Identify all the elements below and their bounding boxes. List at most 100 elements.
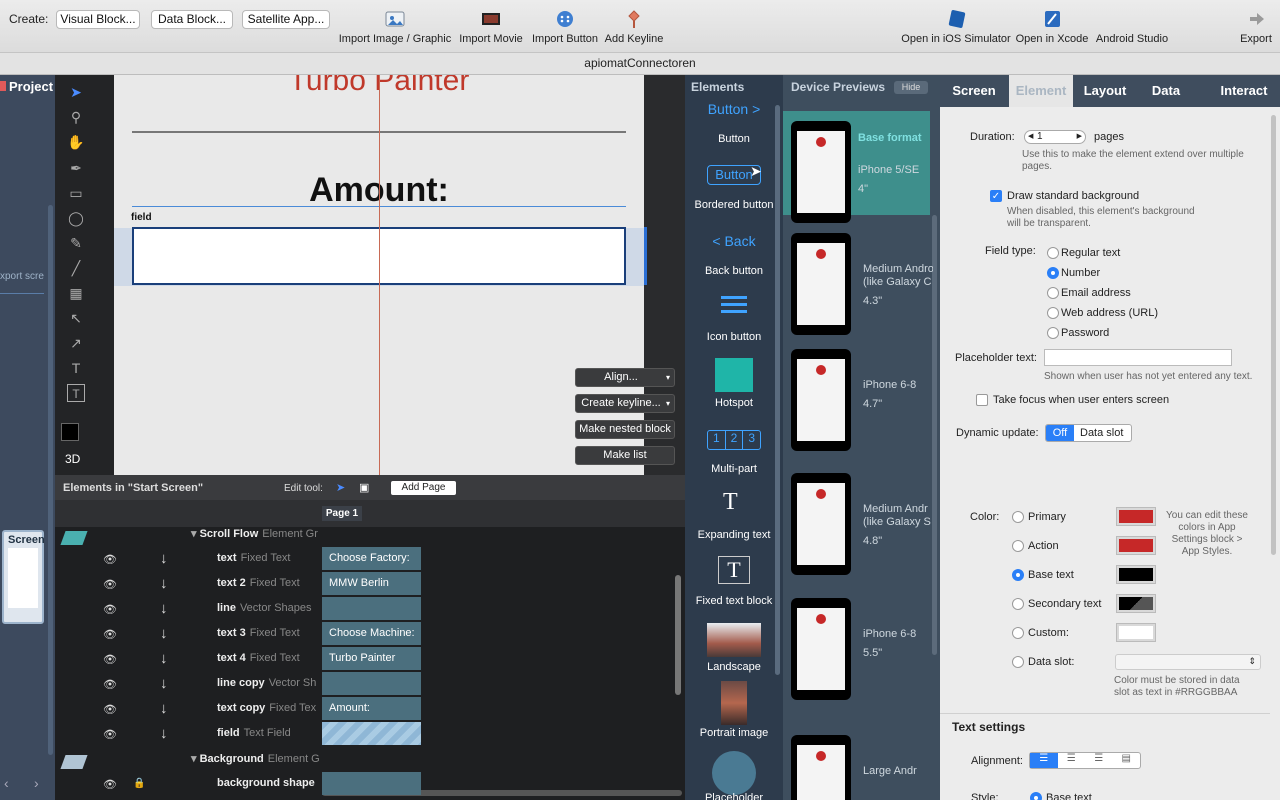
field-type-password-radio[interactable]	[1047, 327, 1059, 339]
device-preview-frame[interactable]	[791, 598, 851, 700]
take-focus-checkbox[interactable]	[976, 394, 988, 406]
action-color-swatch[interactable]	[1116, 536, 1156, 555]
align-left-icon[interactable]: ☰	[1030, 753, 1058, 768]
device-preview-frame[interactable]	[791, 473, 851, 575]
palette-item-hotspot[interactable]: Hotspot	[685, 397, 783, 409]
element-row[interactable]: 👁 ↓ text 3 Fixed Text Choose Machine:	[55, 622, 685, 647]
direct-select-icon[interactable]: ↖	[67, 309, 85, 327]
visibility-eye-icon[interactable]: 👁	[103, 553, 117, 566]
palette-item-landscape[interactable]: Landscape	[685, 661, 783, 673]
element-row[interactable]: 👁 ↓ text Fixed Text Choose Factory:	[55, 547, 685, 572]
align-right-icon[interactable]: ☰	[1085, 753, 1113, 768]
palette-item-bordered-button[interactable]: Bordered button	[685, 199, 783, 211]
page-cell[interactable]: MMW Berlin	[322, 572, 421, 595]
open-xcode-button[interactable]: Open in Xcode	[1014, 10, 1090, 45]
palette-item-portrait-image[interactable]: Portrait image	[685, 727, 783, 739]
rectangle-icon[interactable]: ▭	[67, 184, 85, 202]
secondary-text-color-swatch[interactable]	[1116, 594, 1156, 613]
page-cell[interactable]	[322, 597, 421, 620]
base-text-color-swatch[interactable]	[1116, 565, 1156, 584]
android-studio-button[interactable]: Android Studio	[1093, 10, 1171, 45]
color-custom-radio[interactable]	[1012, 627, 1024, 639]
tab-interact[interactable]: Interact	[1210, 75, 1278, 107]
screen-thumbnail[interactable]: Screen	[2, 530, 45, 624]
page-cell[interactable]: Choose Factory:	[322, 547, 421, 570]
element-row[interactable]: 👁 🔒 background shape	[55, 772, 685, 797]
gradient-icon[interactable]: ▦	[67, 284, 85, 302]
fill-color-swatch[interactable]	[61, 423, 79, 441]
scroll-behavior-arrow-icon[interactable]: ↓	[160, 550, 168, 567]
line-icon[interactable]: ╱	[67, 259, 85, 277]
visibility-eye-icon[interactable]: 👁	[103, 778, 117, 791]
select-arrow-icon[interactable]: ➤	[67, 83, 85, 101]
scroll-behavior-arrow-icon[interactable]: ↓	[160, 575, 168, 592]
device-preview-frame[interactable]	[791, 121, 851, 223]
draw-background-checkbox[interactable]: ✓	[990, 190, 1002, 202]
custom-color-swatch[interactable]	[1116, 623, 1156, 642]
primary-color-swatch[interactable]	[1116, 507, 1156, 526]
page-cell[interactable]: Turbo Painter	[322, 647, 421, 670]
visibility-eye-icon[interactable]: 👁	[103, 703, 117, 716]
scroll-behavior-arrow-icon[interactable]: ↓	[160, 625, 168, 642]
data-block-button[interactable]: Data Block...	[151, 10, 233, 29]
visual-block-button[interactable]: Visual Block...	[56, 10, 140, 29]
field-type-regular-radio[interactable]	[1047, 247, 1059, 259]
create-keyline-button[interactable]: Create keyline... ▾	[575, 394, 675, 413]
pen-icon[interactable]: ✒	[67, 159, 85, 177]
visibility-eye-icon[interactable]: 👁	[103, 653, 117, 666]
scroll-right-icon[interactable]: ›	[34, 775, 39, 791]
color-base-text-radio[interactable]	[1012, 569, 1024, 581]
color-secondary-text-radio[interactable]	[1012, 598, 1024, 610]
tab-layout[interactable]: Layout	[1075, 75, 1135, 107]
palette-scrollbar[interactable]	[775, 105, 780, 675]
dynamic-off-segment[interactable]: Off	[1046, 425, 1074, 441]
page-cell[interactable]: Amount:	[322, 697, 421, 720]
inspector-scrollbar[interactable]	[1271, 115, 1276, 555]
placeholder-text-input[interactable]	[1044, 349, 1232, 366]
page-cell[interactable]	[322, 772, 421, 795]
align-button[interactable]: Align... ▾	[575, 368, 675, 387]
palette-item-expanding-text[interactable]: Expanding text	[685, 529, 783, 541]
node-select-icon[interactable]: ↗	[67, 334, 85, 352]
export-button[interactable]: Export	[1236, 10, 1276, 45]
disclosure-triangle-icon[interactable]: ▾	[191, 528, 200, 540]
palette-item-icon-button[interactable]: Icon button	[685, 331, 783, 343]
element-row[interactable]: ▾ Background Element G	[55, 747, 685, 772]
color-data-slot-radio[interactable]	[1012, 656, 1024, 668]
visibility-eye-icon[interactable]: 👁	[103, 678, 117, 691]
element-row[interactable]: 👁 ↓ line copy Vector Sh	[55, 672, 685, 697]
palette-item-multi-part[interactable]: Multi-part	[685, 463, 783, 475]
element-row[interactable]: 👁 ↓ text copy Fixed Tex Amount:	[55, 697, 685, 722]
scroll-behavior-arrow-icon[interactable]: ↓	[160, 675, 168, 692]
page-1-tab[interactable]: Page 1	[322, 506, 362, 521]
palette-item-back-button[interactable]: Back button	[685, 265, 783, 277]
add-keyline-button[interactable]: Add Keyline	[602, 10, 666, 45]
make-nested-block-button[interactable]: Make nested block	[575, 420, 675, 439]
tab-data[interactable]: Data	[1135, 75, 1197, 107]
palette-item-button[interactable]: Button	[685, 133, 783, 145]
edit-image-icon[interactable]: ▣	[359, 481, 369, 494]
satellite-app-button[interactable]: Satellite App...	[242, 10, 330, 29]
element-row[interactable]: 👁 ↓ field Text Field	[55, 722, 685, 747]
visibility-eye-icon[interactable]: 👁	[103, 603, 117, 616]
element-row[interactable]: ▾ Scroll Flow Element Gr	[55, 522, 685, 547]
color-primary-radio[interactable]	[1012, 511, 1024, 523]
scroll-behavior-arrow-icon[interactable]: ↓	[160, 700, 168, 717]
text-box-icon[interactable]: T	[67, 384, 85, 402]
import-button-button[interactable]: Import Button	[529, 10, 601, 45]
device-preview-frame[interactable]	[791, 735, 851, 800]
scroll-behavior-arrow-icon[interactable]: ↓	[160, 725, 168, 742]
increment-icon[interactable]: ▶	[1077, 131, 1082, 143]
brush-icon[interactable]: ✎	[67, 234, 85, 252]
device-preview-frame[interactable]	[791, 349, 851, 451]
text-icon[interactable]: T	[67, 359, 85, 377]
palette-item-placeholder[interactable]: Placeholder	[685, 792, 783, 800]
ellipse-icon[interactable]: ◯	[67, 209, 85, 227]
element-row[interactable]: 👁 ↓ text 2 Fixed Text MMW Berlin	[55, 572, 685, 597]
visibility-eye-icon[interactable]: 👁	[103, 578, 117, 591]
dynamic-slot-segment[interactable]: Data slot	[1080, 425, 1123, 441]
scroll-behavior-arrow-icon[interactable]: ↓	[160, 650, 168, 667]
color-action-radio[interactable]	[1012, 540, 1024, 552]
import-movie-button[interactable]: Import Movie	[456, 10, 526, 45]
scroll-behavior-arrow-icon[interactable]: ↓	[160, 600, 168, 617]
